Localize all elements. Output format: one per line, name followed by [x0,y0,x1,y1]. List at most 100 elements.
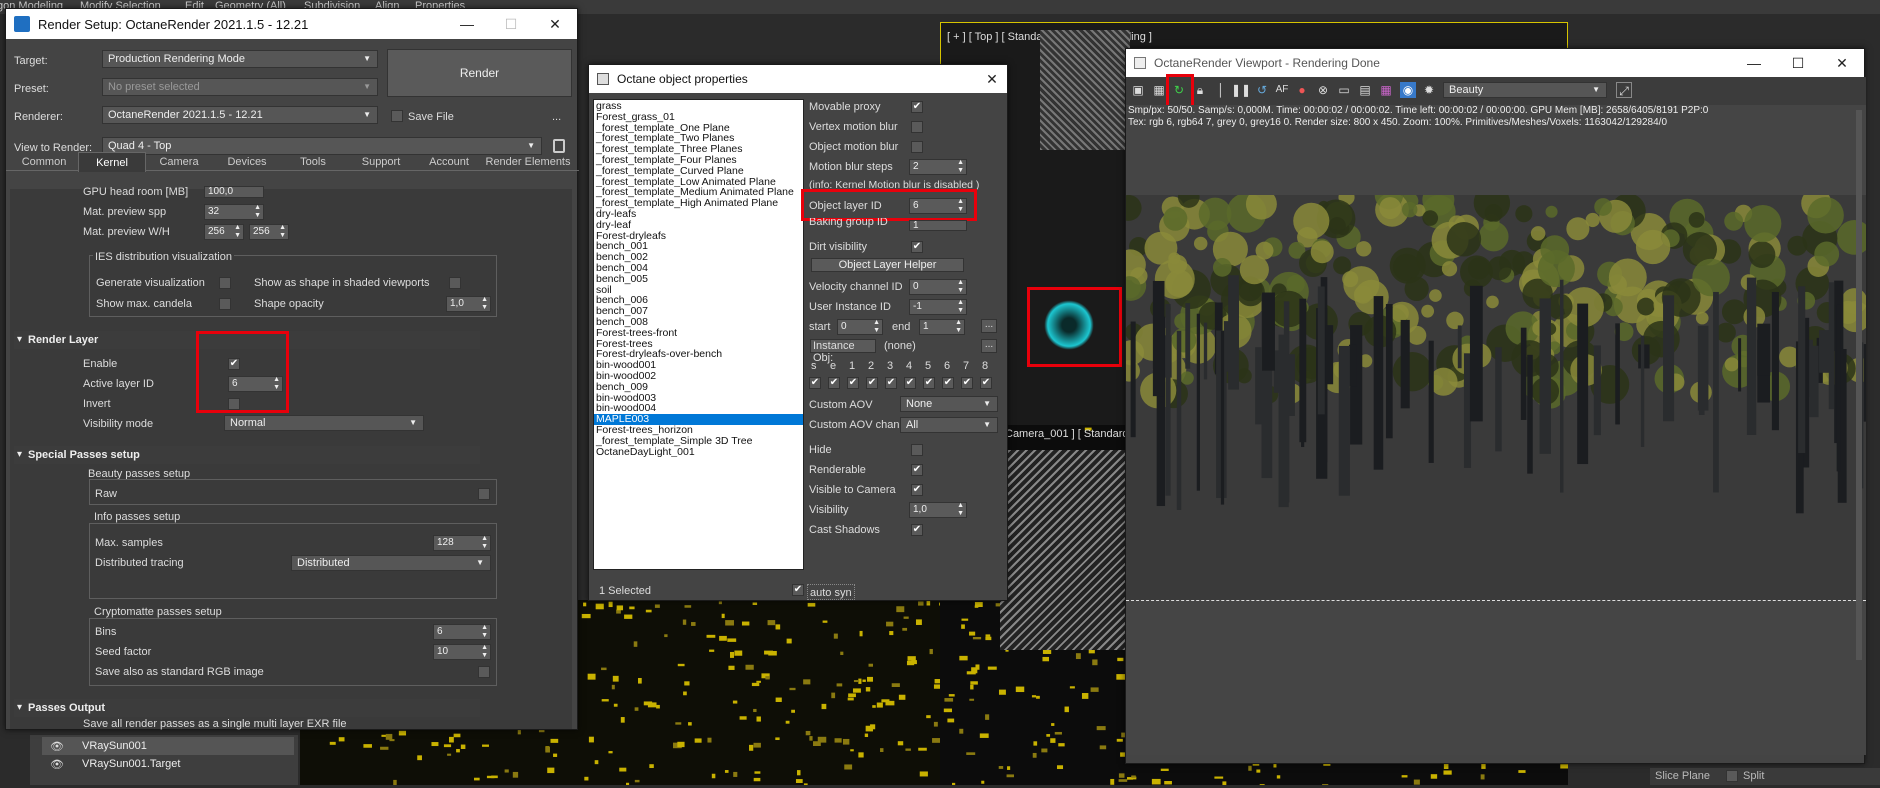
seed-spinner[interactable]: 10 ▲ ▼ [433,644,491,660]
custom-aov-chan-dropdown[interactable]: All ▼ [900,417,998,433]
channel-checkbox[interactable]: ✔ [904,377,916,389]
object-list-item[interactable]: Forest-trees [594,339,803,350]
visibility-spinner[interactable]: 1,0 ▲ ▼ [909,502,967,518]
object-list-item[interactable]: bench_001 [594,241,803,252]
user-instance-spinner[interactable]: -1 ▲ ▼ [909,299,967,315]
scene-item[interactable]: VRaySun001.Target [82,758,180,770]
object-list-item[interactable]: _forest_template_Low Animated Plane [594,177,803,188]
target-dropdown[interactable]: Production Rendering Mode ▼ [102,50,378,68]
dirt-checkbox[interactable]: ✔ [911,241,923,253]
mat-w-spinner[interactable]: 256 ▲ ▼ [204,224,244,240]
velocity-spinner[interactable]: 0 ▲ ▼ [909,279,967,295]
object-list-item[interactable]: _forest_template_Curved Plane [594,166,803,177]
object-list-item[interactable]: _forest_template_Medium Animated Plane [594,187,803,198]
vertex-mb-checkbox[interactable] [911,121,923,133]
object-list-item[interactable]: bench_009 [594,382,803,393]
fit-icon[interactable]: ⤢ [1616,82,1632,98]
passes-output-header[interactable]: Passes Output [14,699,480,717]
preset-dropdown[interactable]: No preset selected ▼ [102,78,378,96]
restart-render-icon[interactable]: ↻ [1171,82,1187,98]
mat-spp-spinner[interactable]: 32 ▲ ▼ [204,204,264,220]
channel-checkbox[interactable]: ✔ [828,377,840,389]
display-pass-icon[interactable]: ▦ [1378,82,1394,98]
render-layer-header[interactable]: Render Layer [14,331,480,349]
close-icon[interactable]: ✕ [1820,55,1864,72]
lock-icon[interactable]: 🔒︎ [1192,82,1208,98]
ies-opacity-spinner[interactable]: 1,0 ▲ ▼ [446,296,491,312]
visibility-mode-dropdown[interactable]: Normal ▼ [224,415,424,431]
ies-max-checkbox[interactable] [219,298,231,310]
tab-render-elements[interactable]: Render Elements [482,152,574,172]
object-list-item[interactable]: bin-wood004 [594,403,803,414]
object-list-item[interactable]: Forest-trees_horizon [594,425,803,436]
slice-plane-button[interactable]: Slice Plane [1655,770,1710,782]
render-button[interactable]: Render [387,49,572,97]
range-more-button[interactable]: ... [981,319,997,333]
renderer-dropdown[interactable]: OctaneRender 2021.1.5 - 12.21 ▼ [102,106,378,124]
object-list-item[interactable]: Forest_grass_01 [594,112,803,123]
more-button[interactable]: ... [552,109,561,125]
close-icon[interactable]: ✕ [977,71,1007,88]
lock-icon[interactable] [553,139,565,153]
object-list-item[interactable]: bench_005 [594,274,803,285]
enable-checkbox[interactable]: ✔ [228,358,240,370]
raw-checkbox[interactable] [478,488,490,500]
object-list-item[interactable]: bench_008 [594,317,803,328]
object-list-item[interactable]: bin-wood002 [594,371,803,382]
gpu-head-spinner[interactable]: 100,0 [204,186,264,198]
object-list-item[interactable]: dry-leaf [594,220,803,231]
save-file-checkbox[interactable] [391,110,403,122]
channel-checkbox[interactable]: ✔ [847,377,859,389]
end-spinner[interactable]: 1 ▲ ▼ [919,319,965,335]
minimize-icon[interactable]: — [445,16,489,32]
save-rgb-checkbox[interactable] [478,666,490,678]
color-picker-icon[interactable]: ● [1294,82,1310,98]
object-list-item[interactable]: Forest-trees-front [594,328,803,339]
mb-steps-spinner[interactable]: 2 ▲ ▼ [909,159,967,175]
object-list-item[interactable]: _forest_template_High Animated Plane [594,198,803,209]
tab-camera[interactable]: Camera [149,152,209,172]
invert-checkbox[interactable] [228,398,240,410]
channel-checkbox[interactable]: ✔ [942,377,954,389]
object-list-item[interactable]: bin-wood003 [594,393,803,404]
settings-icon[interactable]: ✹ [1421,82,1437,98]
ies-generate-checkbox[interactable] [219,277,231,289]
tab-devices[interactable]: Devices [216,152,278,172]
object-list-item[interactable]: _forest_template_Simple 3D Tree [594,436,803,447]
object-layer-spinner[interactable]: 6 ▲ ▼ [909,198,967,214]
region-render-icon[interactable]: ⊗ [1315,82,1331,98]
tab-support[interactable]: Support [346,152,416,172]
channel-checkbox[interactable]: ✔ [866,377,878,389]
object-list-item[interactable]: bench_006 [594,295,803,306]
eye-icon[interactable]: 👁 [50,758,64,771]
object-list-item[interactable]: _forest_template_Four Planes [594,155,803,166]
object-list-item[interactable]: bin-wood001 [594,360,803,371]
render-canvas[interactable]: Smp/px: 50/50. Samp/s: 0,000M. Time: 00:… [1126,105,1866,755]
save-image-icon[interactable]: ▣ [1130,82,1146,98]
object-list-item[interactable]: bench_002 [594,252,803,263]
auto-sync-checkbox[interactable]: ✔ [792,584,804,596]
channel-checkbox[interactable]: ✔ [885,377,897,389]
object-list-item[interactable]: dry-leafs [594,209,803,220]
scene-item[interactable]: VRaySun001 [82,740,147,752]
camera-sync-icon[interactable]: ◉ [1400,82,1416,98]
viewport-label[interactable]: Camera_001 ] [ Standard [1005,428,1129,440]
ies-shape-checkbox[interactable] [449,277,461,289]
minimize-icon[interactable]: — [1732,55,1776,71]
active-layer-spinner[interactable]: 6 ▲ ▼ [228,376,283,392]
object-list-item[interactable]: MAPLE003 [594,414,803,425]
tab-kernel[interactable]: Kernel [78,152,146,172]
selected-object-marker[interactable] [1044,300,1094,350]
dist-tracing-dropdown[interactable]: Distributed ▼ [291,555,491,571]
autofocus-icon[interactable]: AF [1274,82,1290,98]
movable-proxy-checkbox[interactable]: ✔ [911,101,923,113]
close-icon[interactable]: ✕ [533,16,577,33]
instance-obj-button[interactable]: Instance Obj: [810,339,876,364]
object-mb-checkbox[interactable] [911,141,923,153]
channel-checkbox[interactable]: ✔ [961,377,973,389]
cast-shadows-checkbox[interactable]: ✔ [911,524,923,536]
bins-spinner[interactable]: 6 ▲ ▼ [433,624,491,640]
object-list-item[interactable]: grass [594,101,803,112]
render-region-icon[interactable]: ▭ [1336,82,1352,98]
object-list-item[interactable]: _forest_template_Two Planes [594,133,803,144]
